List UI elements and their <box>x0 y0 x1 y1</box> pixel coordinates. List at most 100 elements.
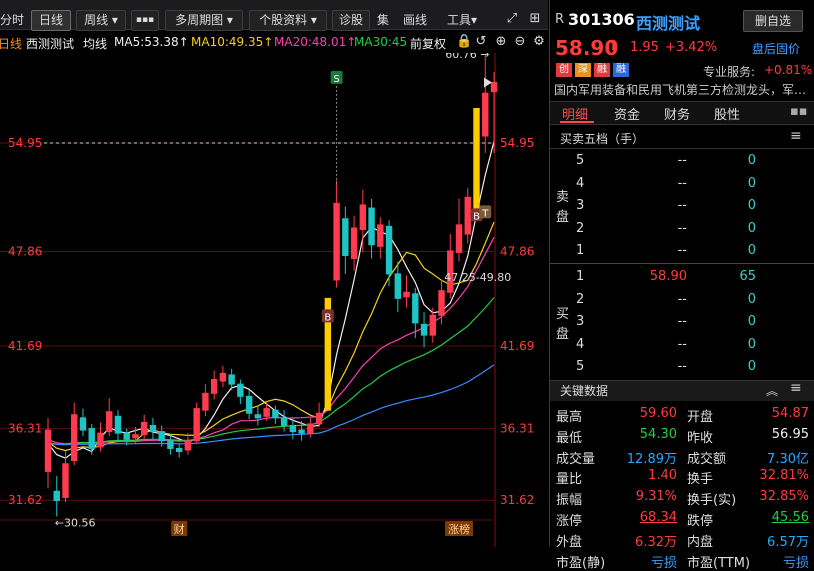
candle-body <box>482 92 489 137</box>
candle-body <box>175 447 183 452</box>
sell-label-1: 卖 <box>556 190 570 205</box>
candle-body <box>420 323 428 336</box>
tools-button[interactable]: 工具▾ <box>441 10 483 31</box>
buy-price: -- <box>677 291 687 307</box>
keydata-row: 成交量 12.89万 成交额 7.30亿 <box>550 446 814 467</box>
candle-body <box>210 379 218 394</box>
event-label: 财 <box>174 522 185 536</box>
tab-fenshi[interactable]: 分时 <box>0 10 26 31</box>
candle-body <box>412 293 419 324</box>
ob-divider <box>550 263 814 264</box>
ma-label[interactable]: 均线 <box>83 35 107 52</box>
ma10-value: MA10:49.35↑ <box>191 35 274 49</box>
buy-level: 1 <box>576 269 585 284</box>
candle-body <box>228 374 235 385</box>
remove-watchlist-button[interactable]: 删自选 <box>743 10 803 32</box>
sell-row[interactable]: 1 -- 0 <box>576 241 814 262</box>
sell-label-2: 盘 <box>556 210 570 225</box>
tab-zijin[interactable]: 资金 <box>614 104 640 123</box>
buy-volume: 65 <box>739 269 756 284</box>
price-label-right: 41.69 <box>500 339 534 353</box>
keydata-label: 昨收 <box>687 430 714 446</box>
candle-body <box>342 218 349 256</box>
fullscreen-icon[interactable]: ⤢ <box>505 12 519 26</box>
tab-rixian[interactable]: 日线 <box>31 10 71 31</box>
buy-row[interactable]: 1 58.90 65 <box>576 267 814 288</box>
pro-service-label[interactable]: 专业服务: <box>703 63 755 80</box>
candle-body <box>464 196 471 235</box>
ma5-line <box>47 141 495 459</box>
candle-body <box>359 204 367 230</box>
keydata-label: 市盈(静) <box>556 555 606 571</box>
price-label-left: 47.86 <box>8 245 42 259</box>
tab-caiwu[interactable]: 财务 <box>664 104 690 123</box>
keydata-label: 振幅 <box>556 493 583 509</box>
keydata-menu-icon[interactable]: ≡ <box>790 380 802 396</box>
sell-row[interactable]: 4 -- 0 <box>576 174 814 195</box>
sell-volume: 0 <box>747 153 756 168</box>
zoom-out-icon[interactable]: ⊖ <box>513 35 527 49</box>
candle-body <box>158 431 165 442</box>
buy-row[interactable]: 4 -- 0 <box>576 335 814 356</box>
multi-period-button[interactable]: 多周期图 ▾ <box>165 10 243 31</box>
orderbook-menu-icon[interactable]: ≡ <box>790 128 802 144</box>
candlestick-chart[interactable]: 54.95 54.95 47.86 47.86 41.69 41.69 36.31 36.31… <box>0 53 548 547</box>
zoom-in-icon[interactable]: ⊕ <box>494 35 508 49</box>
buy-row[interactable]: 3 -- 0 <box>576 312 814 333</box>
low-price-label: ←30.56 <box>55 516 96 529</box>
keydata-row: 最低 54.30 昨收 56.95 <box>550 425 814 446</box>
candle-body <box>315 412 323 425</box>
sell-row[interactable]: 3 -- 0 <box>576 196 814 217</box>
sell-row[interactable]: 2 -- 0 <box>576 219 814 240</box>
sell-volume: 0 <box>747 175 756 191</box>
candle-body <box>184 440 192 451</box>
tab-more-icon[interactable]: ▪▪ <box>790 104 808 119</box>
candle-body <box>114 415 122 434</box>
candle-body <box>140 421 148 436</box>
candle-body <box>149 424 157 433</box>
keydata-value: 9.31% <box>635 489 677 505</box>
candle-body <box>71 414 78 462</box>
buy-volume: 0 <box>747 291 756 307</box>
keydata-value: 56.95 <box>771 426 809 442</box>
keydata-label: 跌停 <box>687 514 714 529</box>
layout-icon[interactable]: ⊞ <box>528 12 542 26</box>
candle-body <box>245 395 253 414</box>
more-periods-button[interactable]: ▪▪▪ <box>131 10 159 31</box>
buy-volume: 0 <box>747 314 756 329</box>
candle-body <box>193 408 200 442</box>
tag-shen: 深 <box>575 63 591 77</box>
candle-body <box>377 224 384 247</box>
tab-guxing[interactable]: 股性 <box>714 104 740 123</box>
signal-b-text: B <box>473 211 480 222</box>
extra-button[interactable]: 集 <box>376 10 390 31</box>
adjust-mode[interactable]: 前复权 <box>408 35 447 52</box>
reset-icon[interactable]: ↺ <box>474 35 488 49</box>
tag-rong: 融 <box>613 63 629 77</box>
buy-row[interactable]: 2 -- 0 <box>576 290 814 311</box>
diagnose-button[interactable]: 诊股 <box>332 10 370 31</box>
lock-icon[interactable]: 🔒 <box>456 35 472 49</box>
company-desc[interactable]: 国内军用装备和民用飞机第三方检测龙头，军… <box>554 81 813 98</box>
candle-body <box>289 424 297 433</box>
orderbook-title: 买卖五档（手） <box>560 132 645 146</box>
settings-icon[interactable]: ⚙ <box>532 35 546 49</box>
sell-price: -- <box>677 175 687 191</box>
after-hours-link[interactable]: 盘后固价 <box>752 40 800 57</box>
buy-level: 3 <box>576 314 585 329</box>
buy-row[interactable]: 5 -- 0 <box>576 357 814 378</box>
price-change: 1.95 <box>630 40 659 55</box>
collapse-icon[interactable]: ︽ <box>766 382 778 399</box>
signal-b-text: B <box>324 312 331 323</box>
candle-body <box>429 314 436 336</box>
draw-line-button[interactable]: 画线 <box>395 10 435 31</box>
keydata-label: 成交额 <box>687 451 727 467</box>
keydata-row: 最高 59.60 开盘 54.87 <box>550 404 814 425</box>
keydata-label: 市盈(TTM) <box>687 555 751 571</box>
tab-zhouxian[interactable]: 周线 ▾ <box>76 10 126 31</box>
price-label-left: 54.95 <box>8 136 42 150</box>
candle-body <box>307 423 314 434</box>
candle-body <box>394 273 402 299</box>
sell-row[interactable]: 5 -- 0 <box>576 151 814 172</box>
stock-info-button[interactable]: 个股资料 ▾ <box>249 10 327 31</box>
